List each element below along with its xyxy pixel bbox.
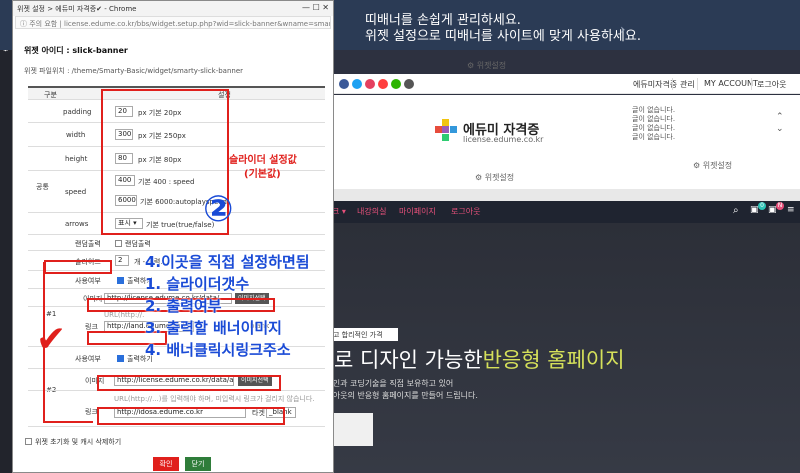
confirm-button[interactable]: 확인 (153, 457, 179, 471)
nav-item-logout[interactable]: 로그아웃 (451, 206, 480, 217)
reset-label: 위젯 초기화 및 캐시 삭제하기 (35, 438, 122, 446)
nav-item-classroom[interactable]: 내강의실 (357, 206, 386, 217)
divider (672, 78, 673, 90)
annotation-line-4: 3. 출력할 배너이미지 (145, 319, 282, 337)
header-strip (330, 189, 800, 201)
site-header (330, 95, 800, 189)
item1-use-label: 사용여부 (75, 277, 101, 285)
arrows-label: arrows (65, 220, 89, 228)
twitter-icon[interactable] (352, 79, 362, 89)
slide-count-input[interactable]: 2 (115, 255, 129, 266)
facebook-icon[interactable] (339, 79, 349, 89)
nav-item[interactable]: 크 ▾ (332, 206, 346, 217)
address-bar[interactable]: ⓘ 주의 요함 | license.edume.co.kr/bbs/widget… (15, 16, 331, 29)
notice-badge: N (776, 202, 784, 210)
top-link-admin[interactable]: 관리 (680, 79, 695, 90)
address-url: license.edume.co.kr/bbs/widget.setup.php… (64, 20, 331, 28)
speed-label: speed (65, 188, 87, 196)
hero-paragraph-2: 레이아웃의 반응형 홈페이지를 만들어 드립니다. (318, 391, 478, 400)
header-col1: 구분 (44, 91, 57, 99)
widget-path: 위젯 파일위치 : /theme/Smarty-Basic/widget/sma… (24, 67, 244, 75)
blog-icon[interactable] (391, 79, 401, 89)
left-tool-strip: ▭ ⚙ (0, 0, 12, 473)
widget-id: 위젯 아이디 : slick-banner (24, 46, 128, 55)
logo-icon (435, 119, 457, 141)
random-checkbox[interactable] (115, 240, 122, 247)
top-link-account[interactable]: MY ACCOUNT (704, 79, 758, 88)
row-random: 랜덤출력 랜덤출력 (28, 235, 325, 251)
annotation-slider-note: 슬라이더 설정값 (229, 155, 297, 166)
checkmark-icon: ✔ (36, 319, 67, 360)
widget-setup-popup: 위젯 설정 > 에듀미 자격증✔ - Chrome — ☐ ✕ ⓘ 주의 요함 … (12, 0, 334, 473)
youtube-icon[interactable] (378, 79, 388, 89)
widget-setting-link[interactable]: ⚙ 위젯설정 (693, 160, 732, 171)
popup-titlebar: 위젯 설정 > 에듀미 자격증✔ - Chrome (13, 1, 333, 16)
annotation-number: ② (203, 189, 234, 230)
search-icon[interactable]: ⌕ (733, 205, 739, 216)
banner-arrow-icon[interactable]: › (620, 22, 626, 38)
instagram-icon[interactable] (365, 79, 375, 89)
divider (751, 78, 752, 90)
popup-title: 위젯 설정 > 에듀미 자격증✔ - Chrome (17, 5, 137, 13)
item2-use-checkbox[interactable] (117, 355, 124, 362)
notice-item[interactable]: 글이 없습니다. (632, 132, 675, 142)
height-label: height (65, 155, 88, 163)
item2-link-label: 링크 (85, 408, 98, 416)
widget-setting-link[interactable]: ⚙ 위젯설정 (475, 172, 514, 183)
padding-label: padding (63, 108, 92, 116)
annotation-line-5: 4. 배너클릭시링크주소 (145, 341, 291, 359)
hero-paragraph-1: 디자인과 코딩기술을 직접 보유하고 있어 (318, 379, 454, 388)
annotation-default-note: (기본값) (244, 169, 281, 180)
top-link-logout[interactable]: 로그아웃 (757, 79, 786, 90)
divider (697, 78, 698, 90)
logo-subtitle: license.edume.co.kr (463, 135, 544, 144)
item2-link-hint: URL(http://...)를 입력해야 하며, 미입력시 링크가 걸리지 않… (114, 395, 314, 403)
width-label: width (66, 131, 86, 139)
hero-title: 로 디자인 가능한반응형 홈페이지 (334, 344, 625, 374)
nav-item-mypage[interactable]: 마이페이지 (399, 206, 436, 217)
hero-title-b: 반응형 홈페이지 (482, 348, 625, 372)
close-button[interactable]: 닫기 (185, 457, 211, 471)
annotation-box-link2 (97, 407, 285, 425)
widget-setting-link[interactable]: ⚙ 위젯설정 (467, 60, 506, 71)
item1-use-checkbox[interactable] (117, 277, 124, 284)
kakao-icon[interactable] (404, 79, 414, 89)
window-controls[interactable]: — ☐ ✕ (302, 3, 329, 12)
hero-badge: 고 합리적인 가격 (330, 328, 398, 341)
reset-checkbox[interactable] (25, 438, 32, 445)
menu-icon[interactable]: ≡ (787, 205, 795, 215)
chevron-up-icon[interactable]: ⌃ (776, 112, 784, 122)
address-warning: 주의 요함 (29, 20, 58, 28)
annotation-line-3: 2. 출력여부 (145, 297, 222, 315)
annotation-bracket-bottom (43, 421, 93, 423)
annotation-line-2: 1. 슬라이더갯수 (145, 275, 250, 293)
item2-use-label: 사용여부 (75, 355, 101, 363)
top-link-site[interactable]: 에듀미자격증 (633, 79, 677, 90)
chevron-down-icon[interactable]: ⌄ (776, 124, 784, 134)
cart-count-badge: 0 (758, 202, 766, 210)
random-label: 랜덤출력 (75, 240, 101, 248)
banner-line-2: 위젯 설정으로 띠배너를 사이트에 맞게 사용하세요. (365, 29, 641, 44)
annotation-box-count (44, 260, 112, 274)
annotation-line-1: 4.이곳을 직접 설정하면됨 (145, 253, 310, 271)
random-check-label: 랜덤출력 (125, 240, 151, 248)
annotation-box-image2 (97, 375, 281, 391)
info-icon: ⓘ (20, 20, 30, 28)
hero-title-a: 로 디자인 가능한 (334, 348, 483, 372)
